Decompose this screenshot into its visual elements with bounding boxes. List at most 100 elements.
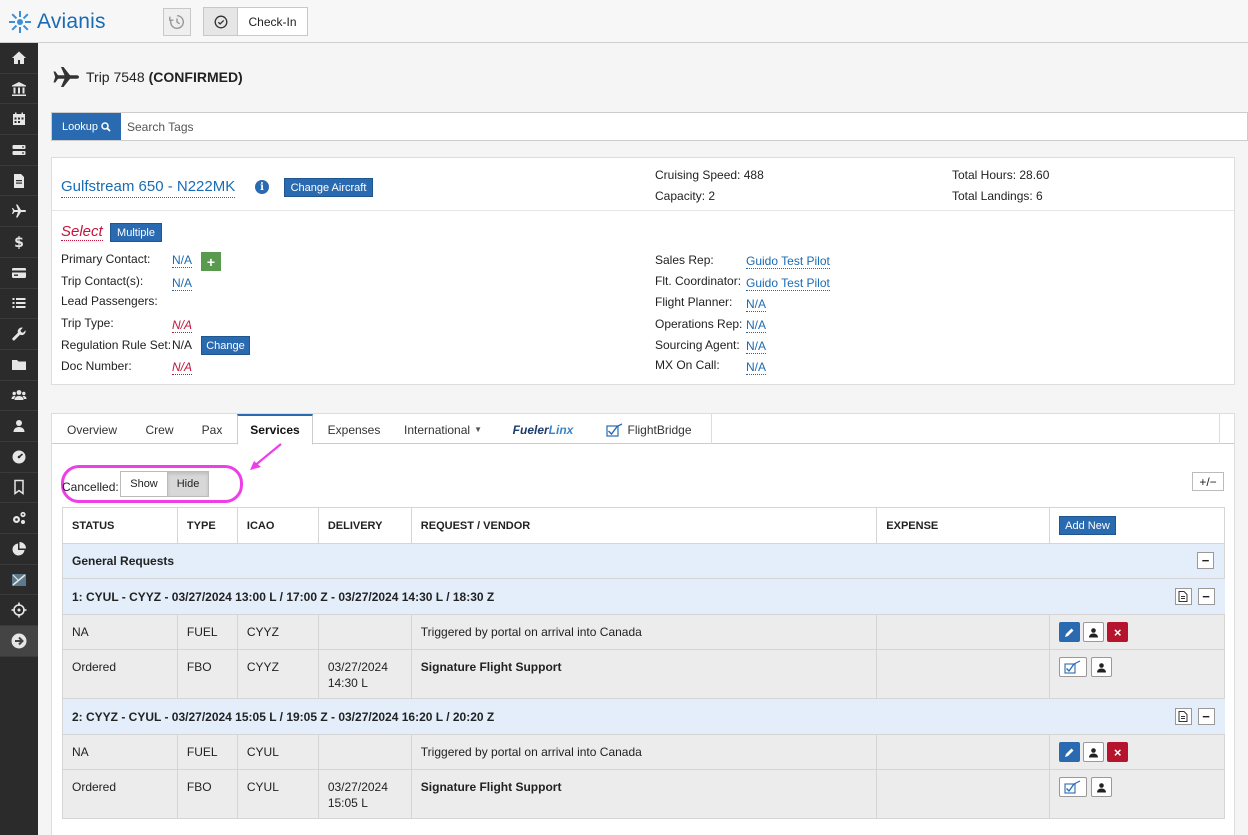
cell-status: NA: [62, 614, 178, 650]
expand-collapse-all-button[interactable]: +/−: [1192, 472, 1224, 491]
table-row[interactable]: NA FUEL CYUL Triggered by portal on arri…: [62, 734, 1225, 770]
check-in-button[interactable]: Check-In: [203, 7, 308, 36]
sidebar: $: [0, 43, 38, 835]
column-delivery[interactable]: DELIVERY: [317, 507, 412, 544]
sidebar-item-lists[interactable]: [0, 289, 38, 320]
assign-vendor-button[interactable]: [1083, 742, 1105, 762]
trip-contacts-value[interactable]: N/A: [172, 276, 193, 291]
tab-pax[interactable]: Pax: [187, 414, 237, 445]
sidebar-item-bank[interactable]: [0, 74, 38, 105]
column-status[interactable]: STATUS: [62, 507, 178, 544]
column-request-vendor[interactable]: REQUEST / VENDOR: [410, 507, 878, 544]
collapse-button[interactable]: −: [1197, 708, 1215, 725]
list-icon: [12, 298, 26, 309]
sidebar-item-trips[interactable]: [0, 196, 38, 228]
sidebar-item-server[interactable]: [0, 135, 38, 166]
history-button[interactable]: [163, 8, 191, 36]
info-icon[interactable]: i: [255, 180, 269, 194]
sidebar-item-bookmarks[interactable]: [0, 473, 38, 504]
document-icon[interactable]: [1174, 588, 1192, 605]
column-icao[interactable]: ICAO: [236, 507, 319, 544]
change-regulation-button[interactable]: Change: [201, 336, 250, 355]
assign-vendor-button[interactable]: [1091, 777, 1113, 797]
cell-expense: [876, 614, 1051, 650]
sidebar-item-billing[interactable]: $: [0, 227, 38, 258]
flightbridge-button[interactable]: [1059, 777, 1088, 797]
sidebar-item-locate[interactable]: [0, 595, 38, 627]
sidebar-item-home[interactable]: [0, 43, 38, 74]
sidebar-item-files[interactable]: [0, 350, 38, 381]
table-row[interactable]: Ordered FBO CYYZ 03/27/2024 14:30 L Signa…: [62, 649, 1225, 699]
credit-card-icon: [12, 267, 26, 278]
primary-contact-value[interactable]: N/A: [172, 253, 193, 268]
tab-overview[interactable]: Overview: [52, 414, 132, 445]
tab-flightbridge[interactable]: FlightBridge: [599, 414, 699, 445]
add-new-button[interactable]: Add New: [1059, 516, 1116, 535]
table-row[interactable]: NA FUEL CYYZ Triggered by portal on arri…: [62, 614, 1225, 650]
sidebar-item-documents[interactable]: [0, 166, 38, 197]
document-icon[interactable]: [1174, 708, 1192, 725]
highlight-arrow-icon: [250, 443, 282, 470]
wrench-icon: [12, 327, 26, 341]
column-type[interactable]: TYPE: [176, 507, 238, 544]
pencil-icon: [1065, 628, 1074, 637]
sidebar-item-settings[interactable]: [0, 503, 38, 534]
sidebar-item-flightbridge[interactable]: [0, 565, 38, 596]
logo[interactable]: Avianis: [8, 9, 106, 35]
sidebar-item-maintenance[interactable]: [0, 319, 38, 350]
doc-number-value[interactable]: N/A: [172, 360, 193, 375]
check-circle-icon: [204, 8, 238, 35]
flt-coordinator-value[interactable]: Guido Test Pilot: [746, 276, 830, 291]
edit-button[interactable]: [1059, 622, 1081, 642]
cell-delivery: 03/27/2024 15:05 L: [317, 769, 412, 819]
sourcing-agent-value[interactable]: N/A: [746, 339, 767, 354]
sidebar-item-passengers[interactable]: [0, 411, 38, 442]
table-row[interactable]: Ordered FBO CYUL 03/27/2024 15:05 L Signa…: [62, 769, 1225, 819]
tab-services[interactable]: Services: [237, 414, 313, 445]
assign-vendor-button[interactable]: [1083, 622, 1105, 642]
fuelerlinx-part2: Linx: [548, 422, 574, 437]
multiple-button[interactable]: Multiple: [110, 223, 162, 242]
tab-flightbridge-label: FlightBridge: [627, 422, 692, 437]
trip-type-label: Trip Type:: [61, 316, 114, 330]
assign-vendor-button[interactable]: [1091, 657, 1113, 677]
sales-rep-value[interactable]: Guido Test Pilot: [746, 254, 830, 269]
collapse-button[interactable]: −: [1197, 552, 1214, 569]
tab-expenses[interactable]: Expenses: [313, 414, 395, 445]
delete-button[interactable]: ×: [1107, 622, 1129, 642]
search-tags-input[interactable]: [122, 113, 1242, 140]
trip-type-value[interactable]: N/A: [172, 318, 193, 333]
collapse-button[interactable]: −: [1197, 588, 1215, 605]
mx-on-call-value[interactable]: N/A: [746, 360, 767, 375]
hide-cancelled-button[interactable]: Hide: [167, 471, 209, 497]
trip-status: (CONFIRMED): [148, 69, 243, 85]
flight-planner-value[interactable]: N/A: [746, 297, 767, 312]
cogs-icon: [13, 512, 26, 525]
column-expense[interactable]: EXPENSE: [876, 507, 1051, 544]
sidebar-item-crew[interactable]: [0, 381, 38, 412]
cell-delivery: [317, 734, 412, 770]
add-contact-button[interactable]: +: [201, 252, 221, 271]
delete-button[interactable]: ×: [1107, 742, 1129, 762]
edit-button[interactable]: [1059, 742, 1081, 762]
svg-text:$: $: [14, 235, 24, 250]
tab-international[interactable]: International ▼: [395, 414, 491, 445]
trip-info-card: Gulfstream 650 - N222MK i Change Aircraf…: [51, 157, 1235, 385]
lookup-button[interactable]: Lookup: [52, 113, 121, 140]
sidebar-item-dashboard[interactable]: [0, 442, 38, 473]
tab-crew[interactable]: Crew: [132, 414, 187, 445]
leg-title: 2: CYYZ - CYUL - 03/27/2024 15:05 L / 19…: [72, 709, 495, 724]
operations-rep-value[interactable]: N/A: [746, 318, 767, 333]
tab-fuelerlinx[interactable]: FuelerLinx: [503, 414, 583, 445]
cell-type: FBO: [176, 769, 238, 819]
aircraft-link[interactable]: Gulfstream 650 - N222MK: [61, 178, 236, 198]
select-client-link[interactable]: Select: [61, 223, 103, 241]
show-cancelled-button[interactable]: Show: [120, 471, 168, 497]
change-aircraft-button[interactable]: Change Aircraft: [284, 178, 373, 197]
cell-request: Signature Flight Support: [410, 769, 878, 819]
sidebar-item-expand[interactable]: [0, 626, 38, 657]
sidebar-item-reports[interactable]: [0, 534, 38, 565]
sidebar-item-payments[interactable]: [0, 258, 38, 289]
flightbridge-button[interactable]: [1059, 657, 1088, 677]
sidebar-item-calendar[interactable]: [0, 104, 38, 136]
